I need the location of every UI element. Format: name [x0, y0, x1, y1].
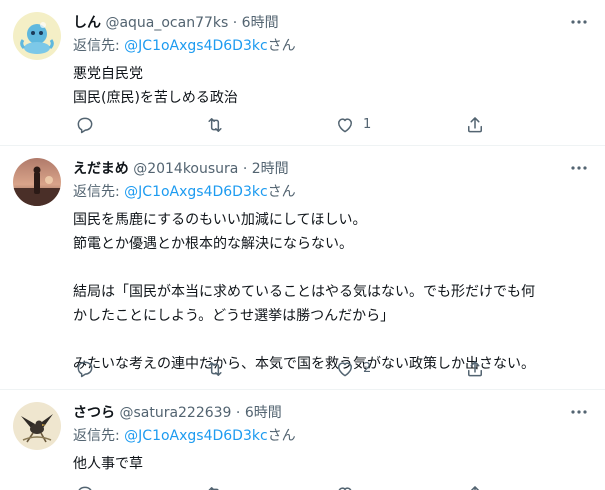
tweet[interactable]: えだまめ @2014kousura · 2時間 返信先: @JC1oAxgs4D… [0, 146, 605, 390]
text-line: 他人事で草 [73, 456, 143, 472]
share-button[interactable] [463, 359, 503, 379]
separator-dot: · [235, 405, 241, 421]
text-line: 結局は「国民が本当に求めていることはやる気はない。でも形だけでも何 [73, 284, 535, 300]
heart-icon [338, 118, 352, 133]
avatar[interactable] [13, 402, 61, 450]
reply-suffix: さん [267, 428, 296, 444]
separator-dot: · [232, 15, 238, 31]
reply-button[interactable] [73, 359, 203, 379]
action-bar: 1 [73, 115, 513, 135]
tweet[interactable]: しん @aqua_ocan77ks · 6時間 返信先: @JC1oAxgs4D… [0, 0, 605, 146]
separator-dot: · [242, 161, 248, 177]
user-handle[interactable]: @satura222639 [119, 405, 231, 421]
timestamp[interactable]: 2時間 [252, 161, 289, 177]
retweet-icon [208, 487, 219, 490]
reply-icon [77, 361, 93, 378]
like-count: 2 [363, 361, 372, 376]
reply-context: 返信先: @JC1oAxgs4D6D3kcさん [73, 182, 589, 202]
mention-link[interactable]: @JC1oAxgs4D6D3kc [124, 184, 268, 200]
reply-icon [77, 117, 93, 134]
mention-link[interactable]: @JC1oAxgs4D6D3kc [124, 38, 268, 54]
display-name[interactable]: えだまめ [73, 161, 129, 177]
reply-icon [78, 486, 92, 490]
share-icon [468, 117, 482, 133]
text-line: 悪党自民党 [73, 66, 143, 82]
timestamp[interactable]: 6時間 [245, 405, 282, 421]
reply-suffix: さん [267, 38, 296, 54]
display-name[interactable]: さつら [73, 405, 115, 421]
reply-button[interactable] [73, 484, 203, 490]
heart-icon [338, 487, 352, 490]
reply-suffix: さん [267, 184, 296, 200]
action-bar: 2 [73, 359, 513, 379]
text-line: かしたことにしよう。どうせ選挙は勝つんだから」 [73, 308, 395, 324]
tweet-text: 悪党自民党 国民(庶民)を苦しめる政治 [73, 62, 589, 110]
share-icon [470, 486, 480, 490]
text-line: 国民(庶民)を苦しめる政治 [73, 90, 238, 106]
text-line: 国民を馬鹿にするのもいい加減にしてほしい。 [73, 212, 367, 228]
display-name[interactable]: しん [73, 15, 101, 31]
retweet-icon [208, 362, 222, 376]
retweet-icon [208, 118, 222, 132]
like-button[interactable]: 2 [333, 359, 463, 379]
avatar[interactable] [13, 158, 61, 206]
tweet-text: 他人事で草 [73, 452, 589, 476]
heart-icon [338, 362, 352, 377]
reply-button[interactable] [73, 115, 203, 135]
reply-prefix: 返信先: [73, 428, 120, 444]
share-icon [468, 361, 482, 377]
reply-context: 返信先: @JC1oAxgs4D6D3kcさん [73, 426, 589, 446]
retweet-button[interactable] [203, 484, 333, 490]
avatar[interactable] [13, 12, 61, 60]
retweet-button[interactable] [203, 359, 333, 379]
user-handle[interactable]: @aqua_ocan77ks [105, 15, 228, 31]
like-button[interactable] [333, 484, 463, 490]
like-count: 1 [363, 117, 372, 132]
retweet-button[interactable] [203, 115, 333, 135]
more-options-icon[interactable] [569, 12, 589, 32]
action-bar [73, 484, 513, 490]
tweet[interactable]: さつら @satura222639 · 6時間 返信先: @JC1oAxgs4D… [0, 390, 605, 490]
tweet-text: 国民を馬鹿にするのもいい加減にしてほしい。 節電とか優遇とか根本的な解決にならな… [73, 208, 589, 376]
timestamp[interactable]: 6時間 [242, 15, 279, 31]
share-button[interactable] [463, 115, 503, 135]
mention-link[interactable]: @JC1oAxgs4D6D3kc [124, 428, 268, 444]
share-button[interactable] [463, 484, 503, 490]
more-options-icon[interactable] [569, 158, 589, 178]
reply-context: 返信先: @JC1oAxgs4D6D3kcさん [73, 36, 589, 56]
text-line: 節電とか優遇とか根本的な解決にならない。 [73, 236, 353, 252]
user-handle[interactable]: @2014kousura [133, 161, 238, 177]
reply-prefix: 返信先: [73, 38, 120, 54]
like-button[interactable]: 1 [333, 115, 463, 135]
reply-prefix: 返信先: [73, 184, 120, 200]
more-options-icon[interactable] [569, 402, 589, 422]
